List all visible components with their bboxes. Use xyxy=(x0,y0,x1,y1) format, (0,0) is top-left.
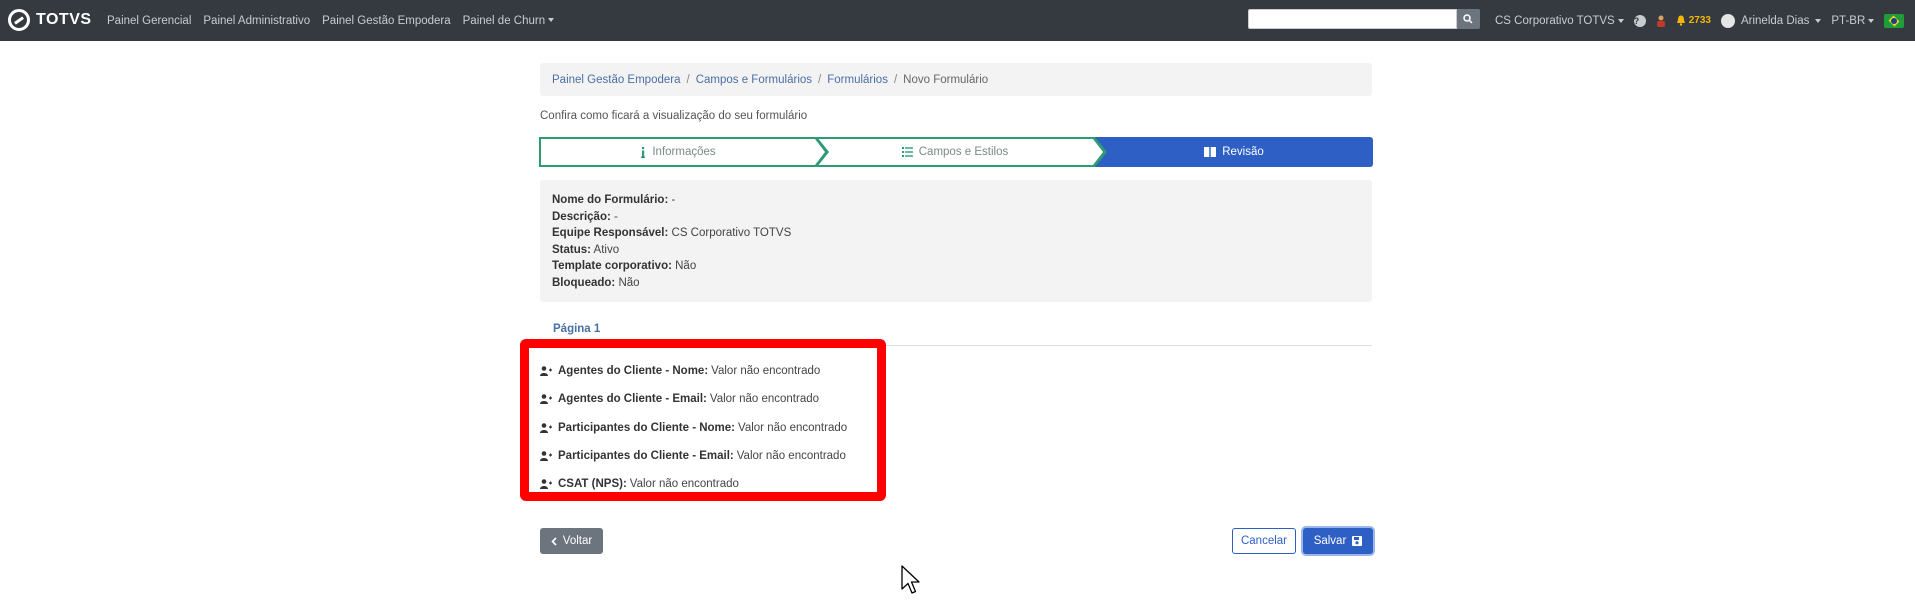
user-name: Arinelda Dias xyxy=(1740,14,1810,27)
breadcrumb-current: Novo Formulário xyxy=(903,73,989,86)
summary-row: Status: Ativo xyxy=(552,242,1360,259)
chevron-down-icon xyxy=(1815,18,1822,23)
summary-value: - xyxy=(671,194,676,206)
breadcrumb: Painel Gestão Empodera / Campos e Formul… xyxy=(540,63,1372,96)
search-input[interactable] xyxy=(1248,9,1457,29)
chevron-down-icon xyxy=(548,18,555,23)
notifications[interactable]: 2733 xyxy=(1676,15,1711,26)
highlight-box xyxy=(520,339,886,501)
top-navbar: TOTVS Painel Gerencial Painel Administra… xyxy=(0,0,1915,41)
summary-value: Não xyxy=(675,260,697,272)
help-icon[interactable]: ? xyxy=(1633,14,1646,27)
notification-count: 2733 xyxy=(1688,15,1711,26)
summary-row: Nome do Formulário: - xyxy=(552,192,1360,209)
nav-painel-de-churn-label: Painel de Churn xyxy=(462,14,546,27)
nav-painel-de-churn[interactable]: Painel de Churn xyxy=(457,15,560,27)
list-icon xyxy=(901,147,913,157)
summary-label: Nome do Formulário: xyxy=(552,194,669,206)
user-menu[interactable]: Arinelda Dias xyxy=(1720,13,1822,28)
breadcrumb-campos-e-formularios[interactable]: Campos e Formulários xyxy=(696,74,812,86)
breadcrumb-painel-gestao-empodera[interactable]: Painel Gestão Empodera xyxy=(552,74,681,86)
navbar-right: CS Corporativo TOTVS ? 2733 Arinelda Dia… xyxy=(1495,0,1914,41)
language-dropdown[interactable]: PT-BR xyxy=(1831,14,1875,27)
floppy-disk-icon xyxy=(1352,536,1363,546)
nav-painel-gerencial[interactable]: Painel Gerencial xyxy=(101,15,197,27)
step-revisao[interactable]: Revisão xyxy=(1095,137,1373,167)
bell-icon xyxy=(1676,15,1685,26)
back-button-label: Voltar xyxy=(562,535,593,547)
summary-row: Descrição: - xyxy=(552,209,1360,226)
avatar xyxy=(1720,13,1735,28)
team-label: CS Corporativo TOTVS xyxy=(1495,14,1615,27)
breadcrumb-formularios[interactable]: Formulários xyxy=(827,74,888,86)
summary-label: Template corporativo: xyxy=(552,260,672,272)
summary-row: Equipe Responsável: CS Corporativo TOTVS xyxy=(552,225,1360,242)
chevron-down-icon xyxy=(1868,18,1875,23)
info-icon xyxy=(641,146,646,158)
brazil-flag-icon[interactable] xyxy=(1884,13,1905,28)
breadcrumb-separator: / xyxy=(893,73,898,86)
summary-row: Bloqueado: Não xyxy=(552,275,1360,292)
step-revisao-label: Revisão xyxy=(1222,146,1264,158)
summary-value: Ativo xyxy=(593,243,620,256)
summary-label: Descrição: xyxy=(552,210,611,223)
search-button[interactable] xyxy=(1457,9,1480,29)
totvs-logo-icon xyxy=(8,9,30,31)
summary-label: Equipe Responsável: xyxy=(552,227,669,239)
language-label: PT-BR xyxy=(1831,14,1866,27)
brand-logo[interactable]: TOTVS xyxy=(8,9,92,31)
summary-value: Não xyxy=(618,276,640,289)
wizard-steps: Informações Campos e Estilos Revisão xyxy=(539,137,1373,167)
info-text: Confira como ficará a visualização do se… xyxy=(540,110,808,122)
save-button-label: Salvar xyxy=(1313,535,1347,547)
step-arrow-inner xyxy=(1093,139,1103,165)
user-figure-icon[interactable] xyxy=(1656,15,1666,27)
mouse-cursor-icon xyxy=(901,565,920,594)
summary-value: - xyxy=(614,210,618,223)
brand-name: TOTVS xyxy=(36,11,92,28)
chevron-down-icon xyxy=(1617,18,1624,23)
step-arrow-inner xyxy=(815,139,825,165)
summary-label: Bloqueado: xyxy=(552,276,616,289)
step-informacoes-label: Informações xyxy=(652,146,716,158)
step-campos-e-estilos[interactable]: Campos e Estilos xyxy=(817,137,1095,167)
summary-value: CS Corporativo TOTVS xyxy=(671,227,792,239)
nav-links: Painel Gerencial Painel Administrativo P… xyxy=(101,0,560,41)
cancel-button[interactable]: Cancelar xyxy=(1232,528,1296,554)
nav-painel-gestao-empodera[interactable]: Painel Gestão Empodera xyxy=(316,15,457,27)
step-informacoes[interactable]: Informações xyxy=(539,137,817,167)
book-open-icon xyxy=(1204,147,1217,157)
breadcrumb-separator: / xyxy=(686,73,690,86)
summary-row: Template corporativo: Não xyxy=(552,258,1360,275)
back-button[interactable]: Voltar xyxy=(540,528,603,554)
tab-pagina-1[interactable]: Página 1 xyxy=(553,323,600,335)
search-icon xyxy=(1463,14,1473,24)
nav-painel-administrativo[interactable]: Painel Administrativo xyxy=(197,15,316,27)
step-campos-e-estilos-label: Campos e Estilos xyxy=(918,146,1009,158)
team-dropdown[interactable]: CS Corporativo TOTVS xyxy=(1495,15,1624,27)
summary-label: Status: xyxy=(552,243,591,256)
chevron-left-icon xyxy=(551,536,557,546)
form-summary: Nome do Formulário: - Descrição: - Equip… xyxy=(540,180,1372,302)
breadcrumb-separator: / xyxy=(818,73,822,86)
save-button[interactable]: Salvar xyxy=(1303,528,1373,554)
